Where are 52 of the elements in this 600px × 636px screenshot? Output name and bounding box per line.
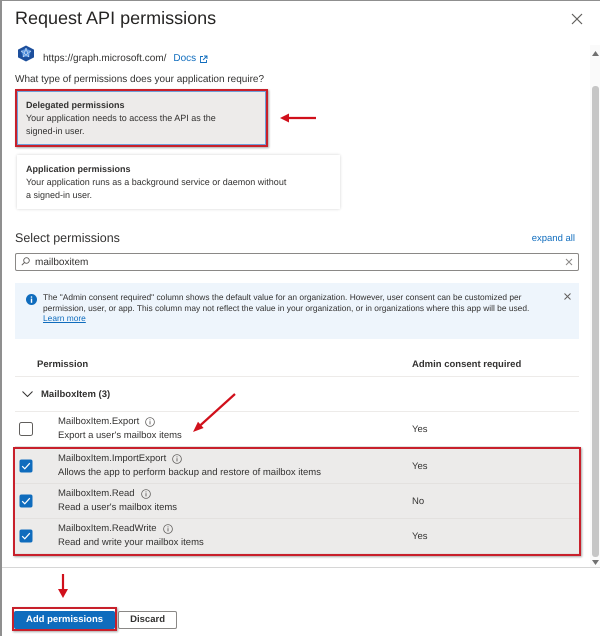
dialog-title: Request API permissions [15, 7, 216, 30]
close-icon[interactable] [564, 293, 571, 300]
hexagon-logo-icon [17, 45, 35, 62]
scroll-down-icon[interactable] [592, 560, 598, 565]
permission-name: MailboxItem.ImportExport [58, 452, 166, 466]
learn-more-link[interactable]: Learn more [43, 313, 86, 323]
api-url: https://graph.microsoft.com/ [43, 53, 166, 65]
scrollbar-thumb[interactable] [592, 86, 598, 557]
permission-name: MailboxItem.Export [58, 415, 140, 429]
consent-value: Yes [412, 530, 428, 542]
info-icon[interactable] [140, 489, 151, 499]
group-name[interactable]: MailboxItem (3) [41, 388, 110, 400]
permission-description: Export a user's mailbox items [58, 429, 183, 443]
consent-value: Yes [412, 460, 428, 472]
expand-all-link[interactable]: expand all [532, 232, 575, 244]
permission-description: Allows the app to perform backup and restore of mailbox items [58, 466, 322, 480]
clear-icon[interactable] [565, 258, 573, 266]
permission-name: MailboxItem.ReadWrite [58, 522, 157, 536]
action-button[interactable]: Discard [118, 610, 178, 629]
info-text: The "Admin consent required" column shows the default value for an organization. However, user consent can be customized per permission, user, or app. This column may not reflect the value in your organization, or in organizations where this app will be used. Learn more [43, 292, 530, 324]
checkbox[interactable] [19, 422, 33, 436]
permission-row[interactable]: MailboxItem.ReadWrite Read and write your mailbox items Yes [15, 519, 579, 554]
info-icon[interactable] [145, 417, 156, 427]
question-text: What type of permissions does your application require? [15, 73, 266, 87]
close-button[interactable] [571, 13, 583, 25]
permission-description: Read a user's mailbox items [58, 501, 178, 515]
close-icon [571, 13, 583, 25]
consent-value: No [412, 496, 424, 506]
checkbox[interactable] [19, 459, 33, 473]
info-icon [26, 294, 37, 305]
consent-value: Yes [412, 424, 428, 434]
scrollbar[interactable] [590, 45, 600, 567]
chevron-down-icon[interactable] [22, 391, 33, 397]
info-icon[interactable] [172, 454, 182, 464]
scroll-up-icon[interactable] [592, 51, 598, 56]
column-header: Permission [36, 358, 90, 370]
permission-type-card[interactable]: Delegated permissions Your application needs to access the API as the signed-in user. [17, 91, 266, 145]
search-icon [21, 257, 30, 266]
docs-link[interactable]: Docs [173, 53, 208, 65]
permission-type-card[interactable]: Application permissions Your application runs as a background service or daemon without a signed-in user. [17, 155, 340, 209]
permission-row[interactable]: MailboxItem.ImportExport Allows the app to perform backup and restore of mailbox items Yes [15, 449, 579, 484]
checkbox[interactable] [19, 529, 33, 543]
section-heading: Select permissions [15, 230, 120, 247]
checkbox[interactable] [19, 494, 33, 508]
info-icon[interactable] [162, 524, 173, 534]
external-link-icon [199, 54, 208, 64]
permission-description: Read and write your mailbox items [58, 536, 205, 550]
permission-row[interactable]: MailboxItem.Read Read a user's mailbox items No [15, 484, 579, 519]
action-button[interactable]: Add permissions [14, 610, 116, 629]
column-header: Admin consent required [412, 358, 522, 370]
permission-name: MailboxItem.Read [58, 487, 135, 501]
search-field[interactable]: mailboxitem [15, 253, 579, 271]
